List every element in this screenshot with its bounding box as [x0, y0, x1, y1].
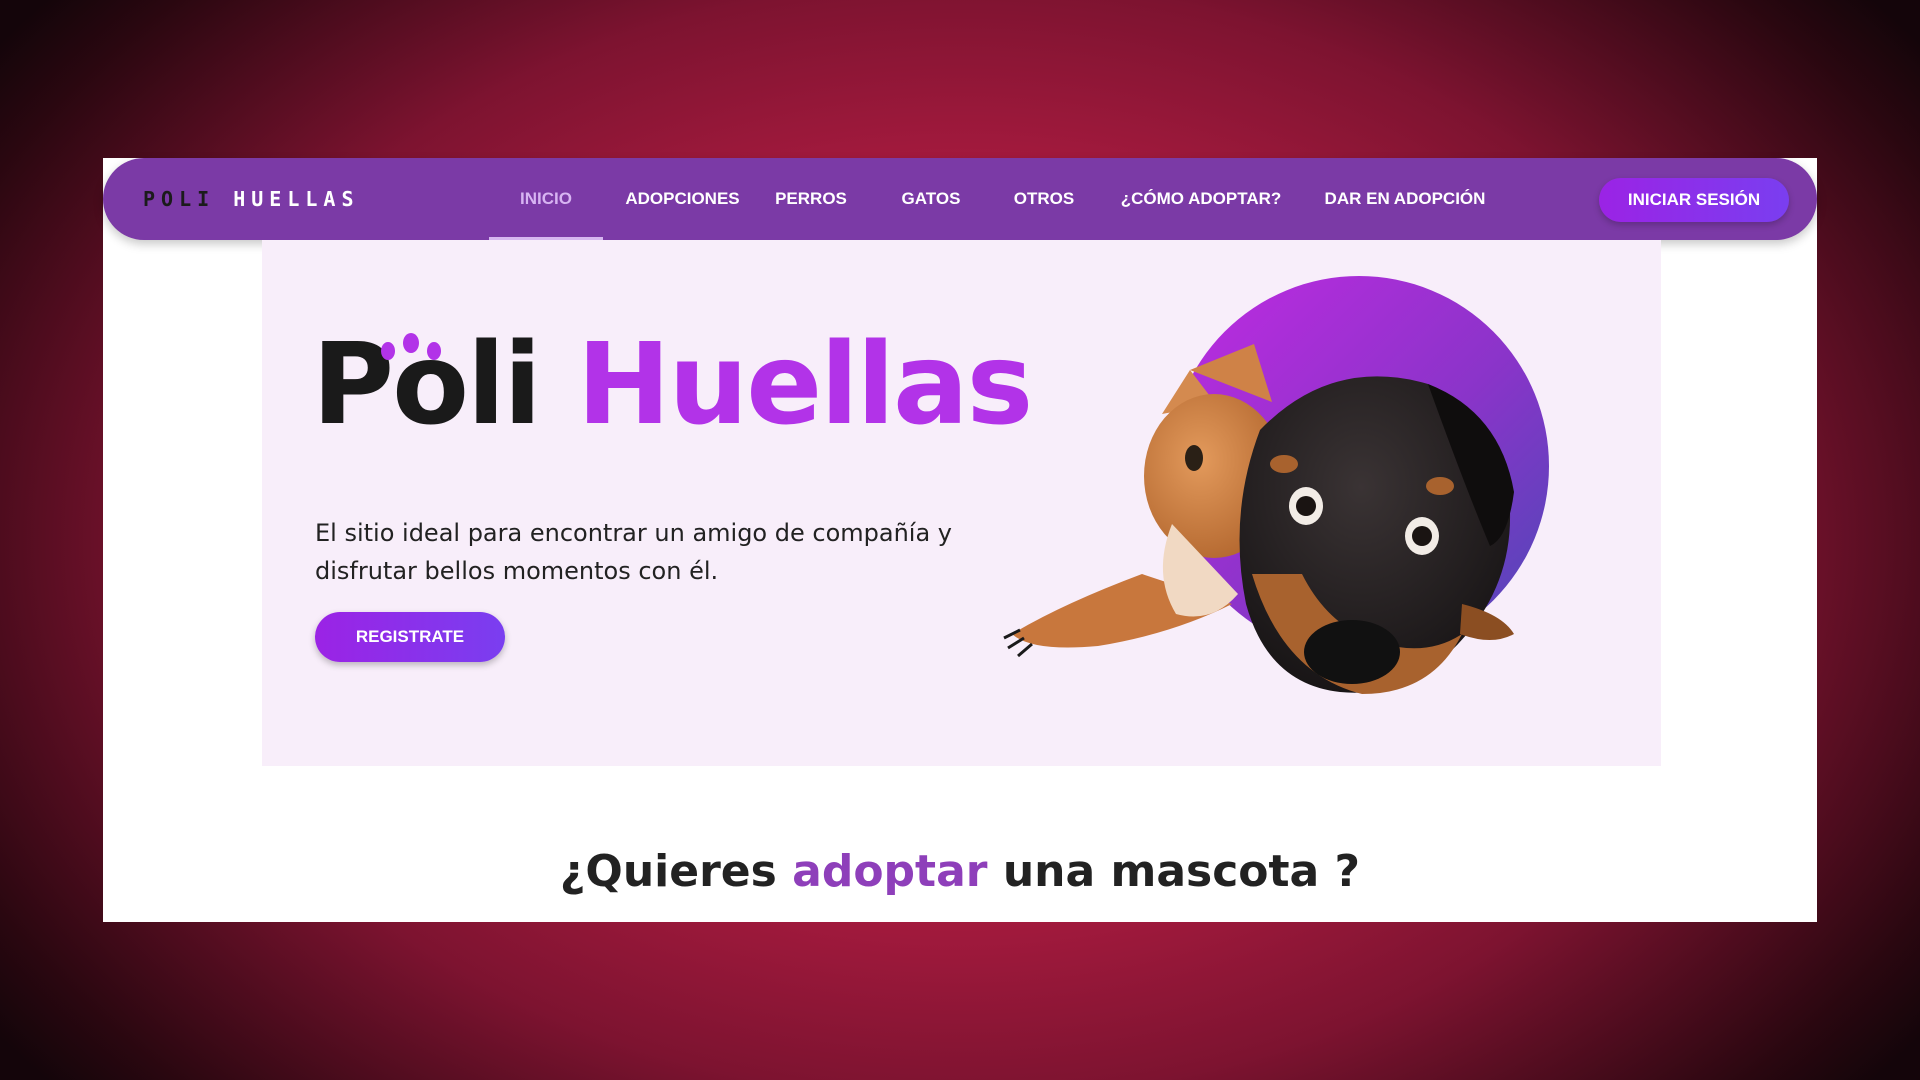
login-button[interactable]: INICIAR SESIÓN: [1599, 178, 1789, 222]
hero-section: Poli Huellas El sitio ideal para encontr…: [262, 240, 1661, 766]
cat-and-dog-image: [1003, 276, 1549, 694]
nav-adopciones[interactable]: ADOPCIONES: [620, 158, 745, 240]
nav-perros[interactable]: PERROS: [773, 158, 849, 240]
adopt-heading-accent: adoptar: [792, 846, 988, 897]
logo-part-2: HUELLAS: [233, 187, 360, 211]
hero-title: Poli Huellas: [312, 325, 1033, 445]
hero-description: El sitio ideal para encontrar un amigo d…: [315, 519, 952, 585]
hero-title-part-2: Huellas: [576, 320, 1033, 450]
adopt-heading: ¿Quieres adoptar una mascota ?: [103, 846, 1817, 898]
nav-gatos[interactable]: GATOS: [898, 158, 964, 240]
adopt-heading-prefix: ¿Quieres: [559, 846, 777, 897]
nav-otros[interactable]: OTROS: [1011, 158, 1077, 240]
adopt-heading-suffix: una mascota ?: [1002, 846, 1361, 897]
paw-icon: [381, 333, 441, 360]
nav-dar-en-adopcion[interactable]: DAR EN ADOPCIÓN: [1319, 158, 1491, 240]
browser-frame: POLI HUELLAS INICIO ADOPCIONES PERROS GA…: [103, 158, 1817, 922]
navbar: POLI HUELLAS INICIO ADOPCIONES PERROS GA…: [103, 158, 1817, 240]
nav-inicio[interactable]: INICIO: [489, 158, 603, 240]
logo-part-1: POLI: [143, 187, 216, 211]
site-logo[interactable]: POLI HUELLAS: [143, 184, 360, 214]
register-button[interactable]: REGISTRATE: [315, 612, 505, 662]
nav-como-adoptar[interactable]: ¿CÓMO ADOPTAR?: [1119, 158, 1283, 240]
